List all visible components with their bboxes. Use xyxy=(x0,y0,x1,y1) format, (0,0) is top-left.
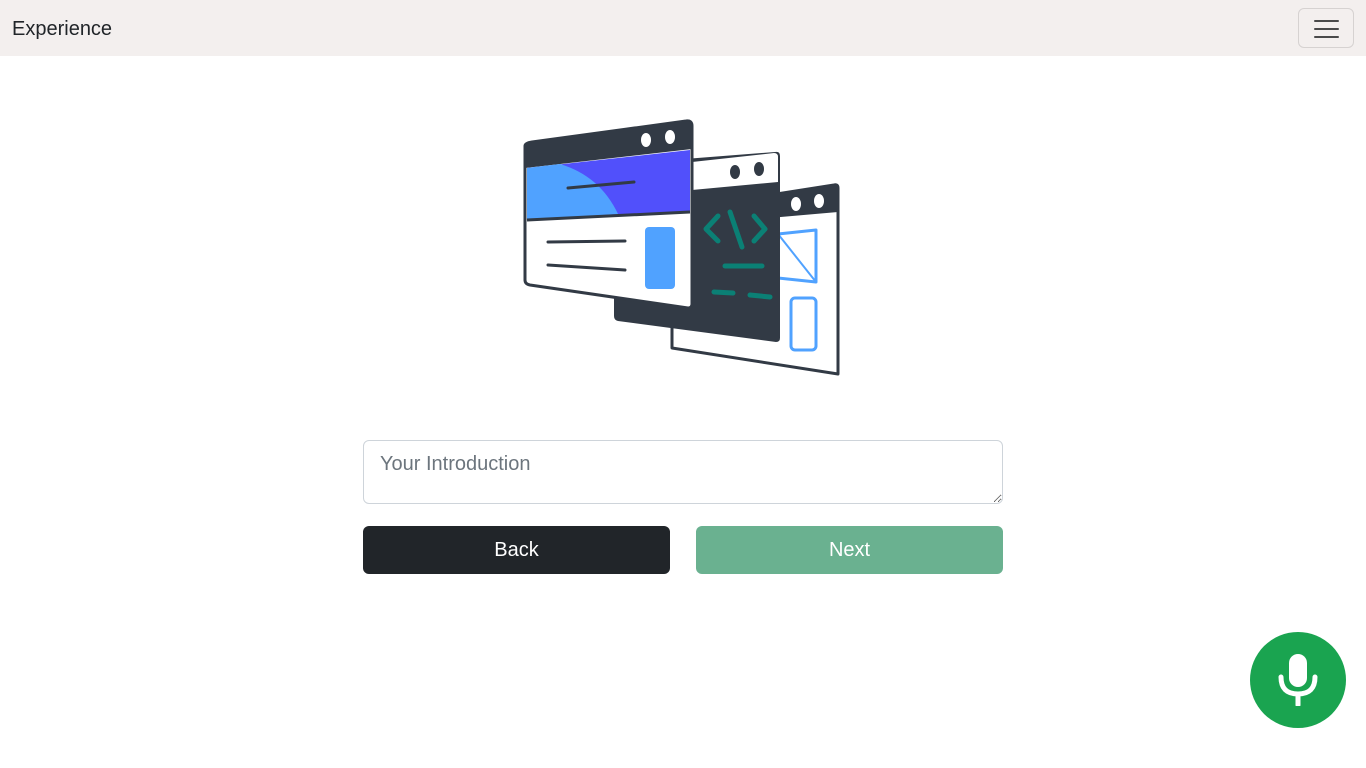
navbar-brand[interactable]: Experience xyxy=(12,16,112,42)
hamburger-icon-bar xyxy=(1314,28,1339,30)
menu-toggle-button[interactable] xyxy=(1298,8,1354,48)
back-button[interactable]: Back xyxy=(363,526,670,574)
hamburger-icon xyxy=(1314,20,1339,22)
voice-input-button[interactable] xyxy=(1250,632,1346,728)
front-window-graphic xyxy=(523,119,694,310)
hamburger-icon-bar xyxy=(1314,36,1339,38)
introduction-input[interactable] xyxy=(363,440,1003,504)
web-windows-illustration xyxy=(520,116,844,380)
top-navbar: Experience xyxy=(0,0,1366,56)
next-button[interactable]: Next xyxy=(696,526,1003,574)
microphone-icon xyxy=(1278,654,1318,706)
